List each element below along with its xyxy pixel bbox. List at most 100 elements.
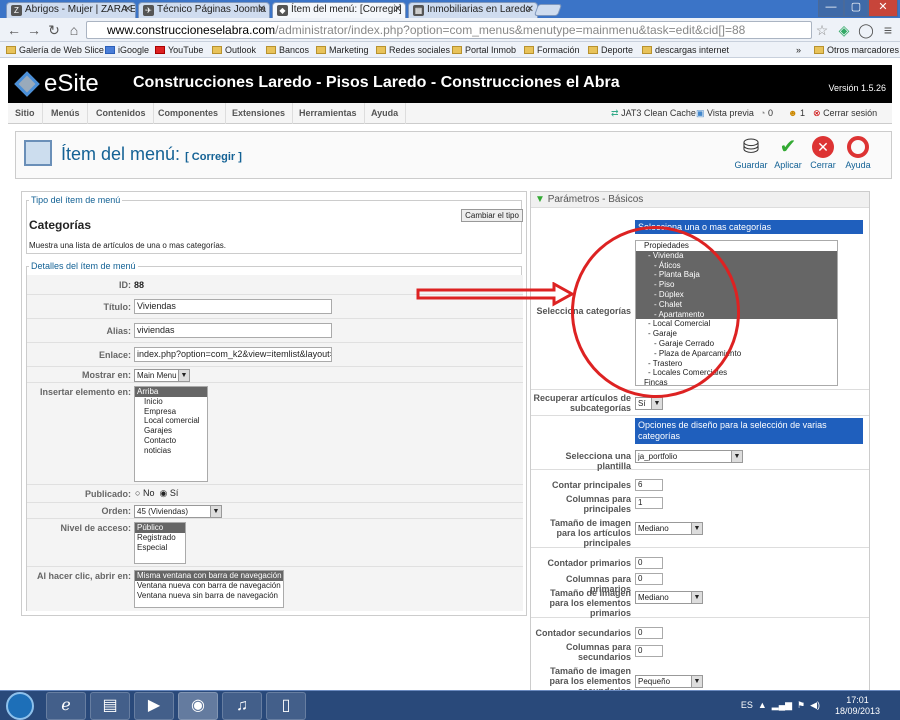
bookmark-otros[interactable]: Otros marcadores xyxy=(814,44,899,56)
annotation-arrow xyxy=(416,282,576,307)
bookmark-igoogle[interactable]: iGoogle xyxy=(105,44,149,56)
save-button[interactable]: ⛁ Guardar xyxy=(731,136,771,170)
logout-link[interactable]: ⊗ Cerrar sesión xyxy=(813,103,877,124)
menu-ayuda[interactable]: Ayuda xyxy=(364,103,407,124)
alias-input[interactable]: viviendas xyxy=(134,323,332,338)
close-icon[interactable]: ✕ xyxy=(124,3,132,17)
change-type-button[interactable]: Cambiar el tipo xyxy=(461,209,523,222)
preview-link[interactable]: ▣ Vista previa xyxy=(696,103,754,124)
clean-cache-link[interactable]: ⇄ JAT3 Clean Cache xyxy=(611,103,696,124)
media-player-icon[interactable]: ▶ xyxy=(134,692,174,720)
close-button[interactable]: ✕ Cerrar xyxy=(803,136,843,170)
back-arrow-icon[interactable]: ← xyxy=(6,22,22,38)
extension-circle-icon[interactable]: ◯ xyxy=(858,22,874,38)
contprim-input[interactable]: 0 xyxy=(635,557,663,569)
columnas-input[interactable]: 1 xyxy=(635,497,663,509)
new-tab-button[interactable] xyxy=(533,4,563,16)
list-item[interactable]: Local comercial xyxy=(135,416,207,426)
clock[interactable]: 17:01 18/09/2013 xyxy=(835,695,880,717)
tab-inmobiliarias[interactable]: ▦ Inmobiliarias en Laredo ✕ xyxy=(408,2,538,18)
bookmark-bancos[interactable]: Bancos xyxy=(266,44,309,56)
list-item[interactable]: Público xyxy=(135,523,185,533)
bookmark-descargas[interactable]: descargas internet xyxy=(642,44,729,56)
radio-si[interactable]: ◉ xyxy=(159,488,167,498)
apply-button[interactable]: ✔ Aplicar xyxy=(768,136,808,170)
bookmark-redes[interactable]: Redes sociales xyxy=(376,44,450,56)
bookmark-formacion[interactable]: Formación xyxy=(524,44,580,56)
menu-menus[interactable]: Menús xyxy=(44,103,88,124)
bookmark-web-slice[interactable]: Galería de Web Slice xyxy=(6,44,104,56)
bookmark-deporte[interactable]: Deporte xyxy=(588,44,633,56)
plantilla-select[interactable]: ja_portfolio ▼ xyxy=(635,450,743,463)
insertar-listbox[interactable]: Arriba Inicio Empresa Local comercial Ga… xyxy=(134,386,208,482)
contsec-input[interactable]: 0 xyxy=(635,627,663,639)
orden-select[interactable]: 45 (Viviendas) ▼ xyxy=(134,505,222,518)
messages-link[interactable]: ◔ 0 xyxy=(760,103,773,124)
row-insertar: Insertar elemento en: Arriba Inicio Empr… xyxy=(27,383,523,485)
help-button[interactable]: Ayuda xyxy=(838,136,878,170)
phone-app-icon[interactable]: ▯ xyxy=(266,692,306,720)
tam-select[interactable]: Mediano ▼ xyxy=(635,522,703,535)
star-icon[interactable]: ☆ xyxy=(814,22,830,38)
menu-sitio[interactable]: Sitio xyxy=(8,103,43,124)
tab-zara[interactable]: Z Abrigos - Mujer | ZARA Es ✕ xyxy=(6,2,136,18)
extension-icon[interactable]: ◈ xyxy=(836,22,852,38)
tab-tecnico[interactable]: ✈ Técnico Páginas Joomla | ✕ xyxy=(138,2,270,18)
list-item[interactable]: Garajes xyxy=(135,426,207,436)
list-item[interactable]: Contacto xyxy=(135,436,207,446)
enlace-input[interactable]: index.php?option=com_k2&view=itemlist&la… xyxy=(134,347,332,362)
colprim-input[interactable]: 0 xyxy=(635,573,663,585)
language-indicator[interactable]: ES xyxy=(741,700,753,710)
close-window-button[interactable]: ✕ xyxy=(868,0,898,17)
bookmark-marketing[interactable]: Marketing xyxy=(316,44,369,56)
bookmark-youtube[interactable]: YouTube xyxy=(155,44,203,56)
colsec-input[interactable]: 0 xyxy=(635,645,663,657)
ie-icon[interactable]: ℯ xyxy=(46,692,86,720)
list-item[interactable]: Registrado xyxy=(135,533,185,543)
mostrar-select[interactable]: Main Menu ▼ xyxy=(134,369,190,382)
reload-icon[interactable]: ↻ xyxy=(46,22,62,38)
menu-contenidos[interactable]: Contenidos xyxy=(89,103,154,124)
close-icon[interactable]: ✕ xyxy=(526,3,534,17)
explorer-folder-icon[interactable]: ▤ xyxy=(90,692,130,720)
tamprim-select[interactable]: Mediano ▼ xyxy=(635,591,703,604)
minimize-button[interactable]: — xyxy=(818,0,844,17)
contsec-label: Contador secundarios xyxy=(535,628,631,638)
radio-no[interactable]: ○ xyxy=(135,488,140,498)
list-item[interactable]: Inicio xyxy=(135,397,207,407)
acceso-listbox[interactable]: Público Registrado Especial xyxy=(134,522,186,564)
list-item[interactable]: Ventana nueva sin barra de navegación xyxy=(135,591,283,601)
menu-icon[interactable]: ≡ xyxy=(880,22,896,38)
menu-herramientas[interactable]: Herramientas xyxy=(292,103,365,124)
menu-extensiones[interactable]: Extensiones xyxy=(225,103,294,124)
tamsec-select[interactable]: Pequeño ▼ xyxy=(635,675,703,688)
bookmarks-overflow-icon[interactable]: » xyxy=(796,44,801,56)
maximize-button[interactable]: ▢ xyxy=(844,0,868,17)
list-item[interactable]: Ventana nueva con barra de navegación xyxy=(135,581,283,591)
contar-input[interactable]: 6 xyxy=(635,479,663,491)
bookmark-outlook[interactable]: Outlook xyxy=(212,44,256,56)
menu-componentes[interactable]: Componentes xyxy=(151,103,227,124)
tab-item-menu[interactable]: ◆ Ítem del menú: [Corregir] ✕ xyxy=(272,2,406,18)
users-link[interactable]: ☻ 1 xyxy=(788,103,805,124)
close-icon[interactable]: ✕ xyxy=(394,3,402,17)
list-item[interactable]: noticias xyxy=(135,446,207,456)
alias-label: Alias: xyxy=(106,326,131,336)
recuperar-select[interactable]: Sí ▼ xyxy=(635,397,663,410)
titulo-input[interactable]: Viviendas xyxy=(134,299,332,314)
clic-listbox[interactable]: Misma ventana con barra de navegación Ve… xyxy=(134,570,284,608)
tab-label: Inmobiliarias en Laredo xyxy=(427,4,531,15)
itunes-icon[interactable]: ♫ xyxy=(222,692,262,720)
home-icon[interactable]: ⌂ xyxy=(66,22,82,38)
bookmark-portal[interactable]: Portal Inmob xyxy=(452,44,516,56)
start-button[interactable] xyxy=(6,692,34,720)
forward-arrow-icon[interactable]: → xyxy=(26,22,42,38)
list-item[interactable]: Misma ventana con barra de navegación xyxy=(135,571,283,581)
list-item[interactable]: Especial xyxy=(135,543,185,553)
list-item[interactable]: Empresa xyxy=(135,407,207,417)
address-bar[interactable]: www.construccioneselabra.com/administrat… xyxy=(86,21,812,39)
params-header[interactable]: ▼ Parámetros - Básicos xyxy=(531,192,869,208)
chrome-icon[interactable]: ◉ xyxy=(178,692,218,720)
close-icon[interactable]: ✕ xyxy=(258,3,266,17)
list-item[interactable]: Arriba xyxy=(135,387,207,397)
